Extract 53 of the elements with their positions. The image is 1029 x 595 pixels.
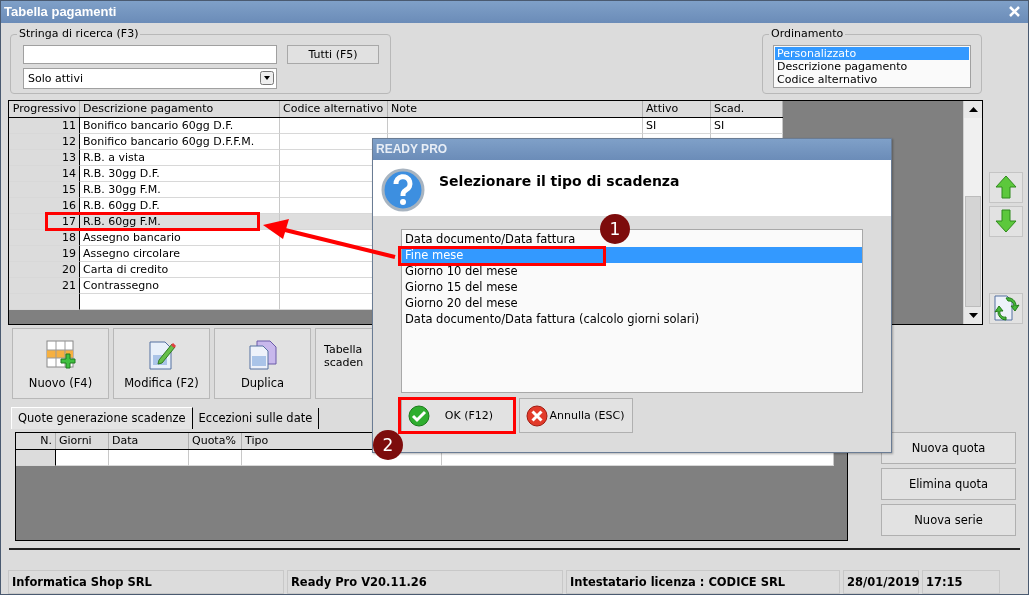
column-header[interactable]: Scad.: [711, 100, 783, 117]
toolbar-button[interactable]: Duplica: [214, 327, 311, 399]
status-text: 17:15: [922, 570, 1000, 594]
list-item[interactable]: Codice alternativo: [775, 72, 969, 86]
toolbar-button[interactable]: Modifica (F2): [113, 327, 210, 399]
cancel-button[interactable]: Annulla (ESC): [519, 398, 633, 433]
column-header[interactable]: Data: [109, 432, 189, 449]
toolbar-button[interactable]: Nuovo (F4): [12, 327, 109, 399]
side-button[interactable]: Nuova serie: [881, 503, 1016, 536]
document-refresh-icon: [992, 294, 1020, 323]
column-header[interactable]: Note: [388, 100, 643, 117]
column-header[interactable]: Codice alternativo: [280, 100, 388, 117]
move-down-button[interactable]: [989, 205, 1023, 237]
all-button[interactable]: Tutti (F5): [287, 44, 379, 64]
search-field[interactable]: [23, 44, 277, 64]
list-item[interactable]: Descrizione pagamento: [775, 59, 969, 73]
move-up-button[interactable]: [989, 171, 1023, 203]
scroll-up-icon[interactable]: [968, 106, 978, 112]
documents-icon: [247, 339, 278, 370]
column-header[interactable]: Attivo: [643, 100, 711, 117]
status-text: Intestatario licenza : CODICE SRL: [566, 570, 840, 594]
list-item[interactable]: Giorno 10 del mese: [402, 263, 862, 279]
grid-add-icon: [45, 339, 76, 370]
column-header[interactable]: N.: [16, 432, 56, 449]
column-header[interactable]: Quota%: [189, 432, 242, 449]
column-header[interactable]: Progressivo: [9, 100, 80, 117]
tab[interactable]: Quote generazione scadenze: [11, 406, 193, 429]
list-item[interactable]: Giorno 15 del mese: [402, 279, 862, 295]
dialog-heading: Selezionare il tipo di scadenza: [439, 173, 680, 191]
status-text: Ready Pro V20.11.26: [287, 570, 563, 594]
window-title: Tabella pagamenti: [4, 4, 117, 20]
up-arrow-icon: [995, 175, 1017, 200]
side-button[interactable]: Nuova quota: [881, 431, 1016, 464]
cancel-icon: [526, 404, 548, 427]
status-text: Informatica Shop SRL: [8, 570, 284, 594]
scroll-down-icon[interactable]: [968, 312, 978, 318]
filter-dropdown[interactable]: Solo attivi: [23, 67, 277, 89]
refresh-button[interactable]: [989, 292, 1023, 324]
scrollbar[interactable]: [963, 100, 982, 324]
column-header[interactable]: Descrizione pagamento: [80, 100, 280, 117]
dialog-title: READY PRO: [373, 139, 891, 160]
ordering-list[interactable]: Personalizzato Descrizione pagamento Codice alternativo: [773, 44, 971, 88]
list-item[interactable]: Data documento/Data fattura (calcolo giorni solari): [402, 311, 862, 327]
down-arrow-icon: [995, 209, 1017, 234]
document-pencil-icon: [146, 339, 177, 370]
group-label: Stringa di ricerca (F3): [17, 26, 141, 40]
question-icon: [381, 168, 425, 212]
group-label: Ordinamento: [769, 26, 846, 40]
check-icon: [408, 404, 430, 427]
column-header[interactable]: Giorni: [56, 432, 109, 449]
status-text: 28/01/2019: [843, 570, 919, 594]
side-button[interactable]: Elimina quota: [881, 467, 1016, 500]
list-item[interactable]: Giorno 20 del mese: [402, 295, 862, 311]
